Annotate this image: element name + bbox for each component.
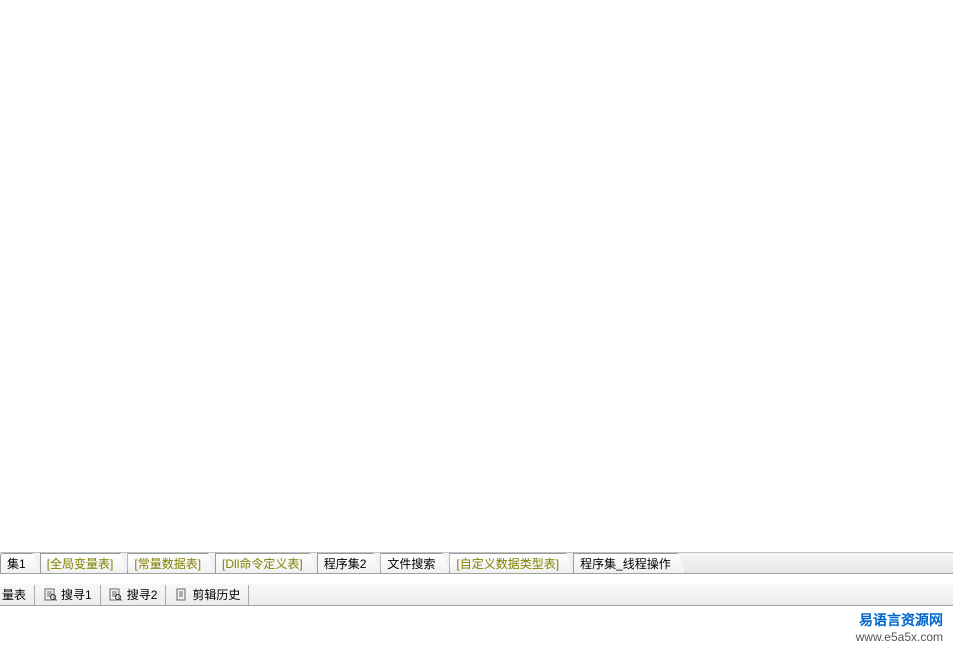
tab-label: 文件搜索 (387, 555, 435, 572)
search-icon (43, 588, 57, 602)
separator (0, 574, 953, 584)
tab-constants[interactable]: [常量数据表] (127, 553, 216, 573)
tab-label: [全局变量表] (47, 555, 114, 572)
bottom-tab-label: 量表 (2, 586, 26, 603)
bottom-tab-label: 搜寻2 (127, 586, 158, 603)
tab-set1[interactable]: 集1 (0, 553, 41, 573)
tab-label: 集1 (7, 555, 26, 572)
footer-url: www.e5a5x.com (856, 630, 943, 644)
bottom-tab-search2[interactable]: 搜寻2 (101, 585, 167, 605)
tab-label: [Dll命令定义表] (222, 555, 303, 572)
tab-custom-types[interactable]: [自定义数据类型表] (449, 553, 574, 573)
footer-title: 易语言资源网 (856, 610, 943, 630)
watermark-footer: 易语言资源网 www.e5a5x.com (856, 606, 953, 652)
bottom-tab-label: 剪辑历史 (192, 586, 240, 603)
editor-content-area (0, 0, 953, 552)
editor-tabs-row: 集1 [全局变量表] [常量数据表] [Dll命令定义表] 程序集2 文件搜索 … (0, 552, 953, 574)
tab-thread-ops[interactable]: 程序集_线程操作 (573, 553, 686, 573)
tab-global-vars[interactable]: [全局变量表] (40, 553, 129, 573)
bottom-tab-search1[interactable]: 搜寻1 (35, 585, 101, 605)
tab-program-set2[interactable]: 程序集2 (317, 553, 382, 573)
tab-label: 程序集2 (324, 555, 367, 572)
bottom-panel-tabs: 量表 搜寻1 搜寻2 (0, 584, 953, 606)
tab-label: [常量数据表] (134, 555, 201, 572)
bottom-tab-vartable[interactable]: 量表 (0, 585, 35, 605)
search-icon (109, 588, 123, 602)
bottom-tab-label: 搜寻1 (61, 586, 92, 603)
bottom-tab-clip-history[interactable]: 剪辑历史 (166, 585, 249, 605)
clipboard-icon (174, 588, 188, 602)
tab-label: 程序集_线程操作 (580, 555, 671, 572)
tab-dll-commands[interactable]: [Dll命令定义表] (215, 553, 318, 573)
tab-file-search[interactable]: 文件搜索 (380, 553, 450, 573)
tab-label: [自定义数据类型表] (456, 555, 559, 572)
